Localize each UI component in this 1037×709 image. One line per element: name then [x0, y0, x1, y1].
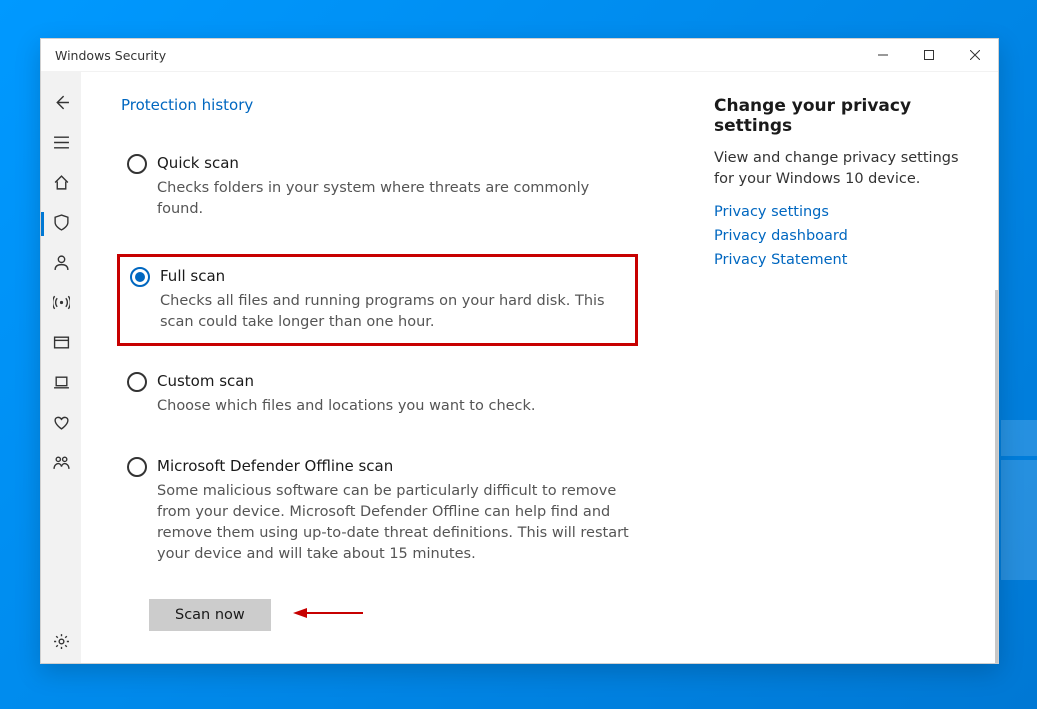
person-icon: [53, 254, 70, 275]
option-label: Full scan: [160, 267, 625, 285]
privacy-statement-link[interactable]: Privacy Statement: [714, 252, 974, 268]
privacy-settings-link[interactable]: Privacy settings: [714, 204, 974, 220]
shield-icon: [53, 214, 70, 235]
nav-device-security[interactable]: [41, 364, 81, 404]
option-label: Quick scan: [157, 154, 637, 172]
nav-back[interactable]: [41, 84, 81, 124]
nav-account-protection[interactable]: [41, 244, 81, 284]
nav-firewall[interactable]: [41, 284, 81, 324]
broadcast-icon: [53, 294, 70, 315]
scan-now-button[interactable]: Scan now: [149, 599, 271, 631]
nav-virus-protection[interactable]: [41, 204, 81, 244]
option-desc: Checks folders in your system where thre…: [157, 178, 637, 220]
nav-rail: [41, 72, 81, 663]
heart-icon: [53, 414, 70, 435]
radio-icon: [130, 267, 150, 287]
radio-icon: [127, 154, 147, 174]
option-quick-scan[interactable]: Quick scan Checks folders in your system…: [121, 148, 678, 226]
gear-icon: [53, 633, 70, 654]
family-icon: [53, 454, 70, 475]
annotation-arrow-icon: [293, 606, 363, 624]
protection-history-link[interactable]: Protection history: [121, 96, 678, 114]
scrollbar[interactable]: [995, 290, 998, 663]
privacy-dashboard-link[interactable]: Privacy dashboard: [714, 228, 974, 244]
nav-home[interactable]: [41, 164, 81, 204]
nav-device-performance[interactable]: [41, 404, 81, 444]
home-icon: [53, 174, 70, 195]
option-full-scan[interactable]: Full scan Checks all files and running p…: [126, 263, 629, 337]
app-window-icon: [53, 334, 70, 355]
minimize-button[interactable]: [860, 39, 906, 71]
annotation-highlight: Full scan Checks all files and running p…: [117, 254, 638, 346]
nav-menu[interactable]: [41, 124, 81, 164]
radio-icon: [127, 372, 147, 392]
laptop-icon: [53, 374, 70, 395]
option-label: Microsoft Defender Offline scan: [157, 457, 637, 475]
nav-family-options[interactable]: [41, 444, 81, 484]
option-label: Custom scan: [157, 372, 637, 390]
main-content: Protection history Quick scan Checks fol…: [81, 72, 714, 663]
option-custom-scan[interactable]: Custom scan Choose which files and locat…: [121, 366, 678, 423]
side-panel: Change your privacy settings View and ch…: [714, 72, 998, 663]
option-desc: Choose which files and locations you wan…: [157, 396, 637, 417]
app-window: Windows Security: [40, 38, 999, 664]
close-button[interactable]: [952, 39, 998, 71]
back-arrow-icon: [53, 94, 70, 115]
option-desc: Some malicious software can be particula…: [157, 481, 637, 565]
hamburger-icon: [53, 134, 70, 155]
maximize-button[interactable]: [906, 39, 952, 71]
radio-icon: [127, 457, 147, 477]
window-controls: [860, 39, 998, 71]
nav-settings[interactable]: [41, 623, 81, 663]
nav-app-browser-control[interactable]: [41, 324, 81, 364]
privacy-desc: View and change privacy settings for you…: [714, 148, 974, 190]
app-title: Windows Security: [55, 48, 860, 63]
option-desc: Checks all files and running programs on…: [160, 291, 625, 333]
privacy-heading: Change your privacy settings: [714, 96, 974, 136]
option-offline-scan[interactable]: Microsoft Defender Offline scan Some mal…: [121, 451, 678, 571]
titlebar: Windows Security: [41, 39, 998, 72]
